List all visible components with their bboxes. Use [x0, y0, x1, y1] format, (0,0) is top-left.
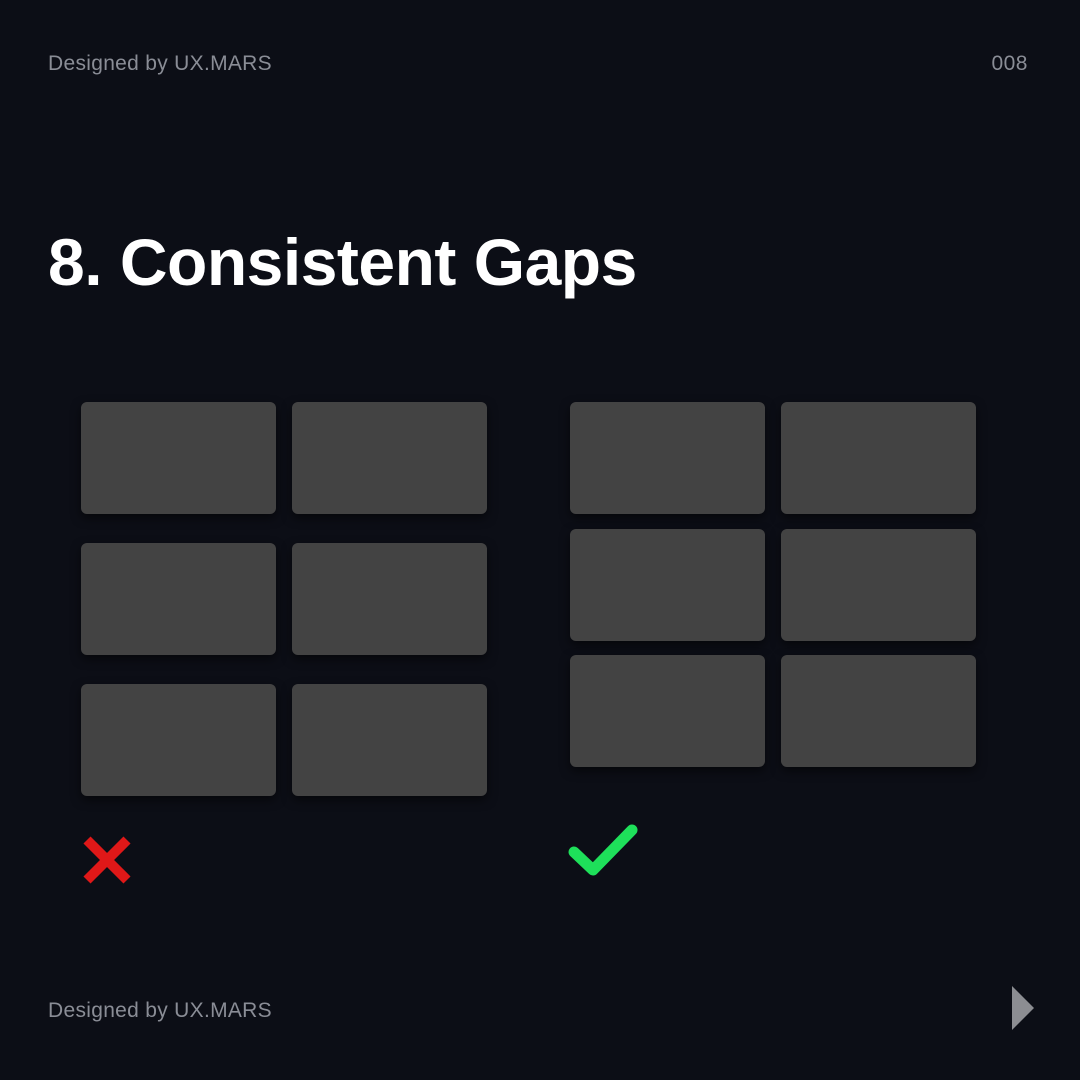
next-arrow-icon[interactable]: [1012, 986, 1034, 1030]
page-title: 8. Consistent Gaps: [48, 225, 637, 299]
check-icon: [566, 822, 640, 880]
good-grid-box: [570, 402, 765, 514]
good-grid-box: [781, 402, 976, 514]
cross-icon: [80, 834, 134, 886]
bad-grid-box: [81, 402, 276, 514]
page-number: 008: [991, 52, 1028, 75]
bad-grid-box: [292, 402, 487, 514]
bad-grid-box: [292, 684, 487, 796]
credit-top: Designed by UX.MARS: [48, 52, 272, 75]
good-grid-box: [570, 529, 765, 641]
bad-grid-box: [81, 684, 276, 796]
good-grid-box: [781, 529, 976, 641]
good-grid-box: [781, 655, 976, 767]
bad-grid-box: [81, 543, 276, 655]
bad-grid-box: [292, 543, 487, 655]
good-grid-box: [570, 655, 765, 767]
credit-bottom: Designed by UX.MARS: [48, 999, 272, 1022]
